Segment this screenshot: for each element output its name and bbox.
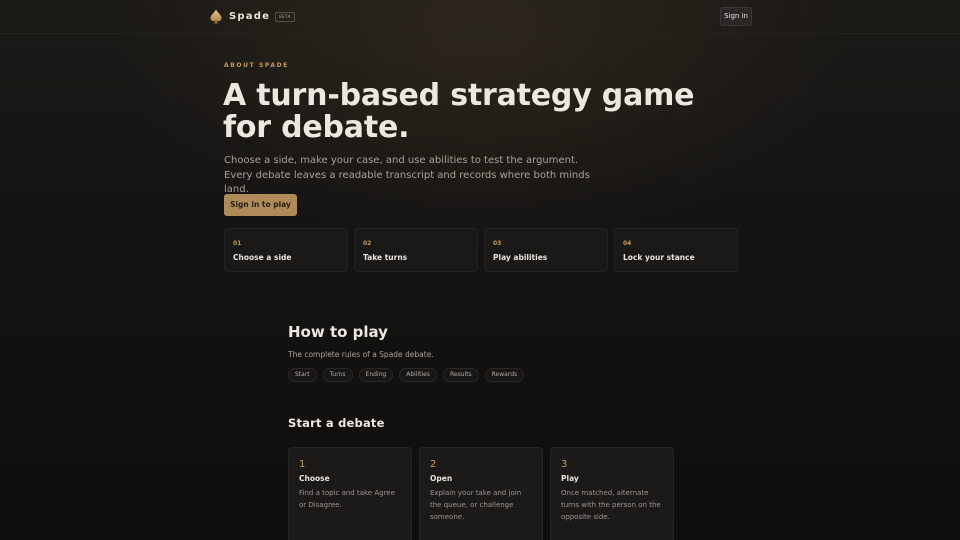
brand-name: Spade [229,11,271,22]
step-card: 03 Play abilities [484,228,608,272]
card-description: Find a topic and take Agree or Disagree. [299,489,395,509]
step-number: 03 [493,240,502,247]
hero-title: A turn-based strategy game for debate. [223,78,695,145]
chip-rewards[interactable]: Rewards [484,368,525,382]
step-title: Take turns [363,253,408,262]
step-number: 02 [363,240,372,247]
step-number: 04 [623,240,632,247]
start-debate-title: Start a debate [288,416,385,430]
site-header: Spade BETA Sign in [0,0,960,34]
step-card: 01 Choose a side [224,228,348,272]
beta-badge: BETA [275,11,295,22]
hero-eyebrow: ABOUT SPADE [224,62,289,69]
chip-ending[interactable]: Ending [358,368,394,382]
sign-in-to-play-button[interactable]: Sign in to play [224,194,297,216]
step-title: Choose a side [233,253,292,262]
step-title: Lock your stance [623,253,695,262]
card-title: Play [561,474,579,483]
hero-description: Choose a side, make your case, and use a… [224,155,590,195]
step-number: 01 [233,240,242,247]
step-card: 02 Take turns [354,228,478,272]
card-title: Open [430,474,453,483]
chip-turns[interactable]: Turns [322,368,353,382]
sign-in-button[interactable]: Sign in [720,7,752,26]
brand[interactable]: Spade BETA [210,9,295,24]
step-title: Play abilities [493,253,548,262]
card-description: Explain your take and join the queue, or… [430,489,522,521]
rule-card: 1 Choose Find a topic and take Agree or … [288,447,412,540]
card-title: Choose [299,474,330,483]
rule-card: 3 Play Once matched, alternate turns wit… [550,447,674,540]
card-number: 3 [561,459,568,470]
chip-abilities[interactable]: Abilities [399,368,437,382]
card-description: Once matched, alternate turns with the p… [561,489,661,521]
spade-icon [210,9,222,24]
rule-card: 2 Open Explain your take and join the qu… [419,447,543,540]
step-card: 04 Lock your stance [614,228,738,272]
card-number: 1 [299,459,306,470]
how-to-play-subtitle: The complete rules of a Spade debate. [288,350,434,359]
how-to-play-title: How to play [288,323,388,341]
card-number: 2 [430,459,437,470]
chip-start[interactable]: Start [288,368,317,382]
steps-row: 01 Choose a side 02 Take turns 03 Play a… [224,228,738,272]
start-cards: 1 Choose Find a topic and take Agree or … [288,447,674,540]
chip-results[interactable]: Results [442,368,479,382]
rules-nav: Start Turns Ending Abilities Results Rew… [288,368,525,382]
